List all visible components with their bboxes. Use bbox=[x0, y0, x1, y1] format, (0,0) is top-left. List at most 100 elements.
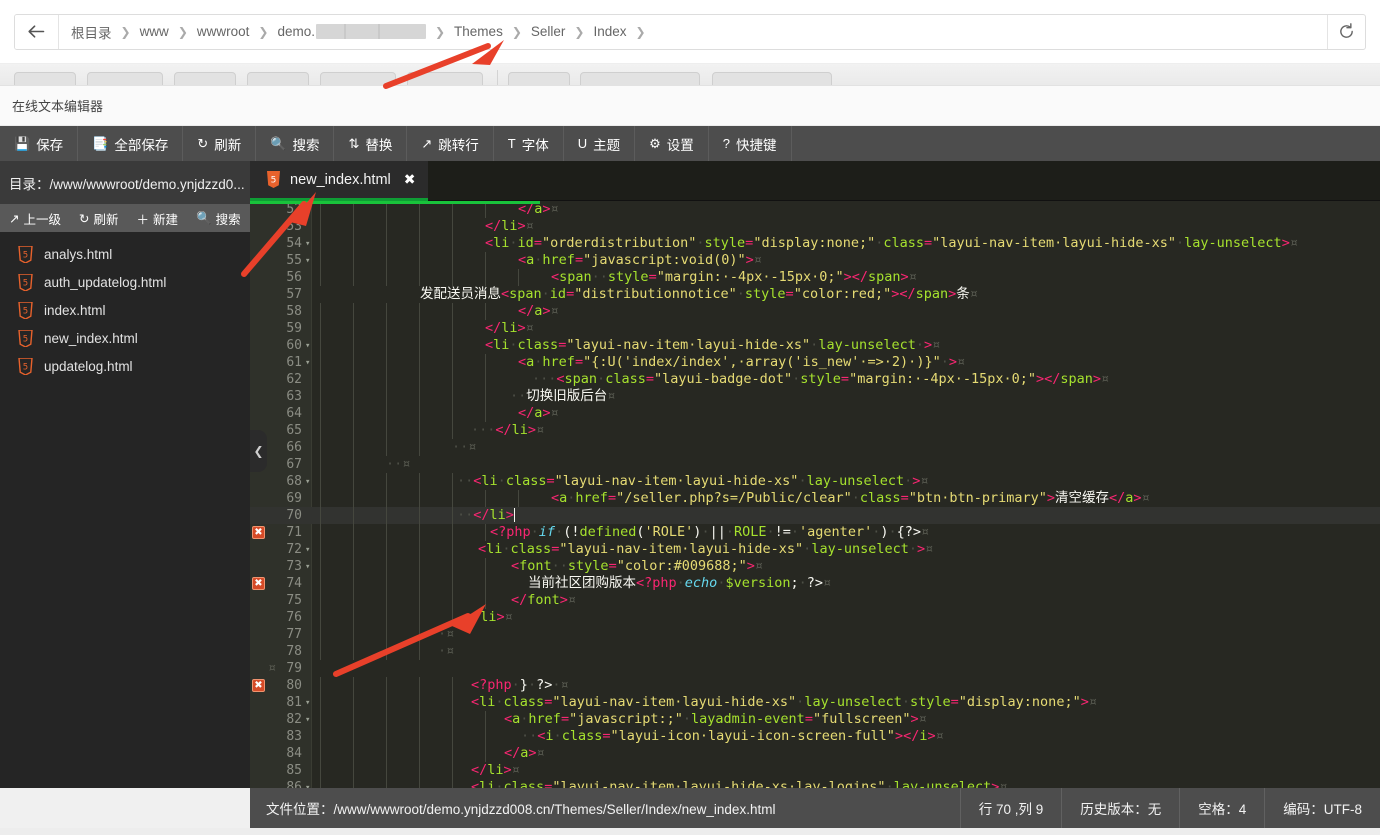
code-line[interactable]: 72▾<li·class="layui-nav-item·layui-hide-… bbox=[250, 541, 1380, 558]
code-line[interactable]: 62···<span·class="layui-badge-dot"·style… bbox=[250, 371, 1380, 388]
toolbar-button-shortcut-help[interactable]: ?快捷键 bbox=[709, 126, 792, 161]
sidebar-tool-level-up[interactable]: ↗上一级 bbox=[0, 209, 70, 228]
code-line[interactable]: ✖80<?php·}·?>·¤ bbox=[250, 677, 1380, 694]
fold-toggle-icon[interactable]: ▾ bbox=[305, 252, 315, 269]
fold-toggle-icon[interactable]: ▾ bbox=[305, 694, 315, 711]
ghost-button[interactable] bbox=[407, 72, 483, 86]
indent-guide bbox=[419, 541, 420, 558]
code-line[interactable]: 60▾<li·class="layui-nav-item·layui-hide-… bbox=[250, 337, 1380, 354]
breadcrumb-item-3[interactable]: demo. bbox=[277, 24, 426, 39]
code-line[interactable]: 55▾<a·href="javascript:void(0)">¤ bbox=[250, 252, 1380, 269]
code-line[interactable]: 65···</li>¤ bbox=[250, 422, 1380, 439]
file-list-item[interactable]: 5analys.html bbox=[0, 240, 250, 268]
code-line[interactable]: 59</li>¤ bbox=[250, 320, 1380, 337]
indent-guide bbox=[386, 592, 387, 609]
code-line[interactable]: 83··<i·class="layui-icon·layui-icon-scre… bbox=[250, 728, 1380, 745]
status-encoding[interactable]: 编码：UTF-8 bbox=[1264, 788, 1380, 828]
sidebar-tool-plus[interactable]: ＋新建 bbox=[128, 209, 188, 228]
toolbar-button-theme[interactable]: U主题 bbox=[564, 126, 635, 161]
status-history-version[interactable]: 历史版本：无 bbox=[1061, 788, 1179, 828]
ghost-button[interactable] bbox=[320, 72, 396, 86]
code-line[interactable]: 67··¤ bbox=[250, 456, 1380, 473]
code-line[interactable]: 73▾<font··style="color:#009688;">¤ bbox=[250, 558, 1380, 575]
code-line[interactable]: 82▾<a·href="javascript:;"·layadmin-event… bbox=[250, 711, 1380, 728]
fold-toggle-icon[interactable]: ▾ bbox=[305, 558, 315, 575]
sidebar-tool-search[interactable]: 🔍搜索 bbox=[187, 209, 250, 228]
ghost-button[interactable] bbox=[174, 72, 236, 86]
code-line[interactable]: 64</a>¤ bbox=[250, 405, 1380, 422]
breadcrumb-item-2[interactable]: wwwroot bbox=[197, 24, 250, 39]
fold-toggle-icon[interactable]: ▾ bbox=[305, 711, 315, 728]
search-icon: 🔍 bbox=[270, 137, 286, 150]
code-text: ··¤ bbox=[452, 439, 476, 456]
ghost-button[interactable] bbox=[580, 72, 700, 86]
toolbar-button-save-all[interactable]: 📑全部保存 bbox=[78, 126, 183, 161]
code-line[interactable]: 69<a·href="/seller.php?s=/Public/clear"·… bbox=[250, 490, 1380, 507]
status-cursor-position[interactable]: 行 70 ,列 9 bbox=[960, 788, 1062, 828]
sidebar-tool-refresh[interactable]: ↻刷新 bbox=[70, 209, 128, 228]
toolbar-button-gear[interactable]: ⚙设置 bbox=[635, 126, 709, 161]
line-number: 62 bbox=[250, 371, 302, 388]
code-line[interactable]: 75</font>¤ bbox=[250, 592, 1380, 609]
back-arrow-icon[interactable] bbox=[15, 15, 59, 49]
file-list-item[interactable]: 5new_index.html bbox=[0, 324, 250, 352]
breadcrumb-item-6[interactable]: Index bbox=[593, 24, 626, 39]
code-line[interactable]: 78·¤ bbox=[250, 643, 1380, 660]
code-line[interactable]: 57发配送员消息<span·id="distributionnotice"·st… bbox=[250, 286, 1380, 303]
toolbar-button-search[interactable]: 🔍搜索 bbox=[256, 126, 334, 161]
line-number: 81 bbox=[250, 694, 302, 711]
toolbar-button-refresh[interactable]: ↻刷新 bbox=[183, 126, 256, 161]
code-area[interactable]: 52▾</a>¤53</li>¤54▾<li·id="orderdistribu… bbox=[250, 201, 1380, 788]
code-line[interactable]: 61▾<a·href="{:U('index/index',·array('is… bbox=[250, 354, 1380, 371]
fold-toggle-icon[interactable]: ▾ bbox=[305, 541, 315, 558]
ghost-button[interactable] bbox=[712, 72, 832, 86]
code-line[interactable]: 85</li>¤ bbox=[250, 762, 1380, 779]
editor-tab-new-index-html[interactable]: 5 new_index.html ✖ bbox=[250, 161, 428, 201]
file-list-item[interactable]: 5index.html bbox=[0, 296, 250, 324]
code-line[interactable]: 54▾<li·id="orderdistribution"·style="dis… bbox=[250, 235, 1380, 252]
fold-toggle-icon[interactable]: ▾ bbox=[305, 779, 315, 788]
code-line[interactable]: 79¤ bbox=[250, 660, 1380, 677]
ghost-button[interactable] bbox=[14, 72, 76, 86]
code-line[interactable]: 53</li>¤ bbox=[250, 218, 1380, 235]
fold-toggle-icon[interactable]: ▾ bbox=[305, 235, 315, 252]
code-line[interactable]: 70··</li> bbox=[250, 507, 1380, 524]
sidebar-toolbar: ↗上一级↻刷新＋新建🔍搜索 bbox=[0, 204, 250, 232]
breadcrumb-item-1[interactable]: www bbox=[140, 24, 169, 39]
toolbar-button-save[interactable]: 💾保存 bbox=[0, 126, 78, 161]
breadcrumb-item-5[interactable]: Seller bbox=[531, 24, 566, 39]
line-number: 71 bbox=[250, 524, 302, 541]
toolbar-button-replace[interactable]: ⇅替换 bbox=[334, 126, 407, 161]
code-line[interactable]: 68▾··<li·class="layui-nav-item·layui-hid… bbox=[250, 473, 1380, 490]
file-list-item[interactable]: 5auth_updatelog.html bbox=[0, 268, 250, 296]
breadcrumb-item-0[interactable]: 根目录 bbox=[71, 22, 112, 42]
fold-toggle-icon[interactable]: ▾ bbox=[305, 337, 315, 354]
fold-toggle-icon[interactable]: ▾ bbox=[305, 354, 315, 371]
code-line[interactable]: 66··¤ bbox=[250, 439, 1380, 456]
code-line[interactable]: 56<span··style="margin:·-4px·-15px·0;"><… bbox=[250, 269, 1380, 286]
code-line[interactable]: ✖74当前社区团购版本<?php·echo·$version;·?>¤ bbox=[250, 575, 1380, 592]
code-line[interactable]: 81▾<li·class="layui-nav-item·layui-hide-… bbox=[250, 694, 1380, 711]
toolbar-button-goto-line[interactable]: ↗跳转行 bbox=[407, 126, 493, 161]
sidebar-collapse-handle[interactable]: ❮ bbox=[250, 430, 267, 472]
code-line[interactable]: ✖71<?php·if·(!defined('ROLE')·||·ROLE·!=… bbox=[250, 524, 1380, 541]
file-list-item[interactable]: 5updatelog.html bbox=[0, 352, 250, 380]
code-line[interactable]: 86▾<li·class="layui-nav-item·layui-hide-… bbox=[250, 779, 1380, 788]
toolbar-button-font[interactable]: T字体 bbox=[494, 126, 564, 161]
code-line[interactable]: 77·¤ bbox=[250, 626, 1380, 643]
ghost-button[interactable] bbox=[247, 72, 309, 86]
close-icon[interactable]: ✖ bbox=[400, 171, 416, 188]
status-indent-spaces[interactable]: 空格：4 bbox=[1179, 788, 1264, 828]
ghost-button[interactable] bbox=[87, 72, 163, 86]
code-text: <li·class="layui-nav-item·layui-hide-xs"… bbox=[485, 337, 940, 354]
code-line[interactable]: 76</li>¤ bbox=[250, 609, 1380, 626]
code-line[interactable]: 84</a>¤ bbox=[250, 745, 1380, 762]
code-line[interactable]: 58</a>¤ bbox=[250, 303, 1380, 320]
ghost-button[interactable] bbox=[508, 72, 570, 86]
breadcrumb-item-4[interactable]: Themes bbox=[454, 24, 503, 39]
refresh-icon[interactable] bbox=[1327, 15, 1365, 49]
fold-toggle-icon[interactable]: ▾ bbox=[305, 473, 315, 490]
indent-guide bbox=[386, 269, 387, 286]
code-line[interactable]: 63··切换旧版后台¤ bbox=[250, 388, 1380, 405]
indent-guide bbox=[353, 218, 354, 235]
